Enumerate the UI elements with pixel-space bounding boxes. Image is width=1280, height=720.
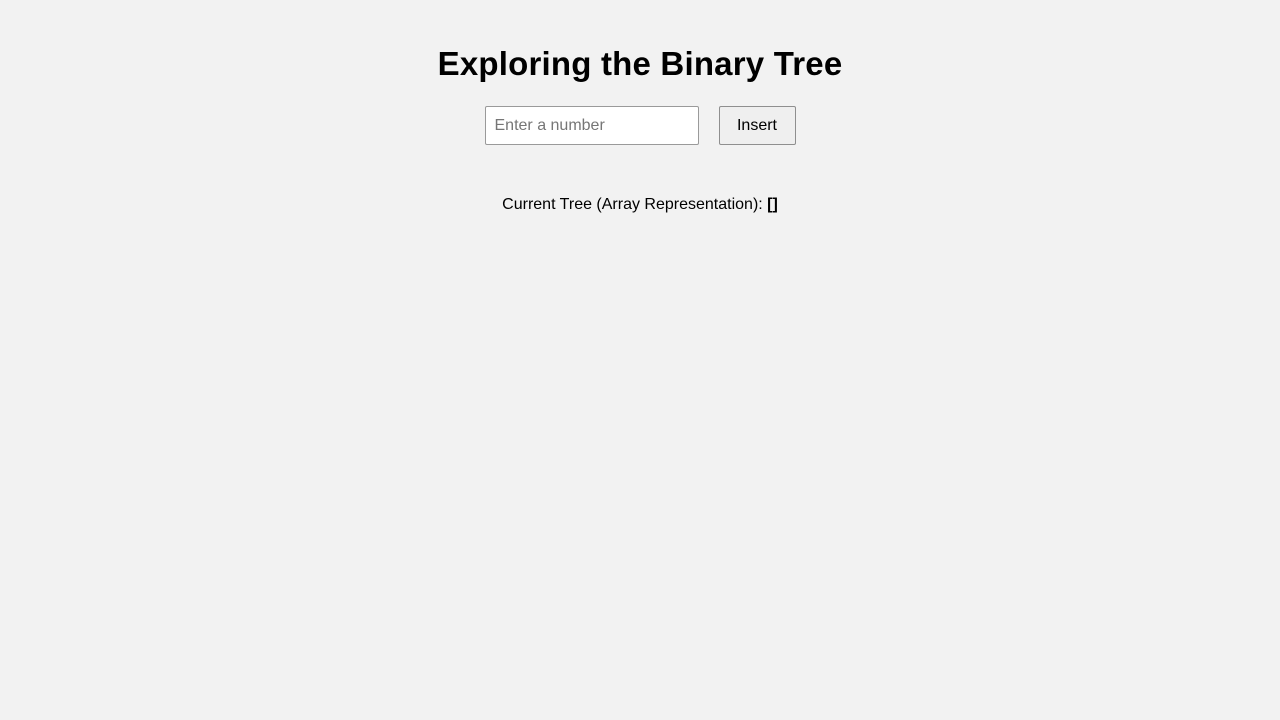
tree-output: Current Tree (Array Representation): [] [0,195,1280,215]
tree-array-value: [] [767,196,778,213]
app-container: Exploring the Binary Tree Insert Current… [0,0,1280,720]
insert-button[interactable]: Insert [718,106,796,145]
tree-output-label: Current Tree (Array Representation): [502,196,763,213]
page-title: Exploring the Binary Tree [437,45,843,82]
number-input[interactable] [484,106,699,145]
insert-controls: Insert [0,106,1280,145]
